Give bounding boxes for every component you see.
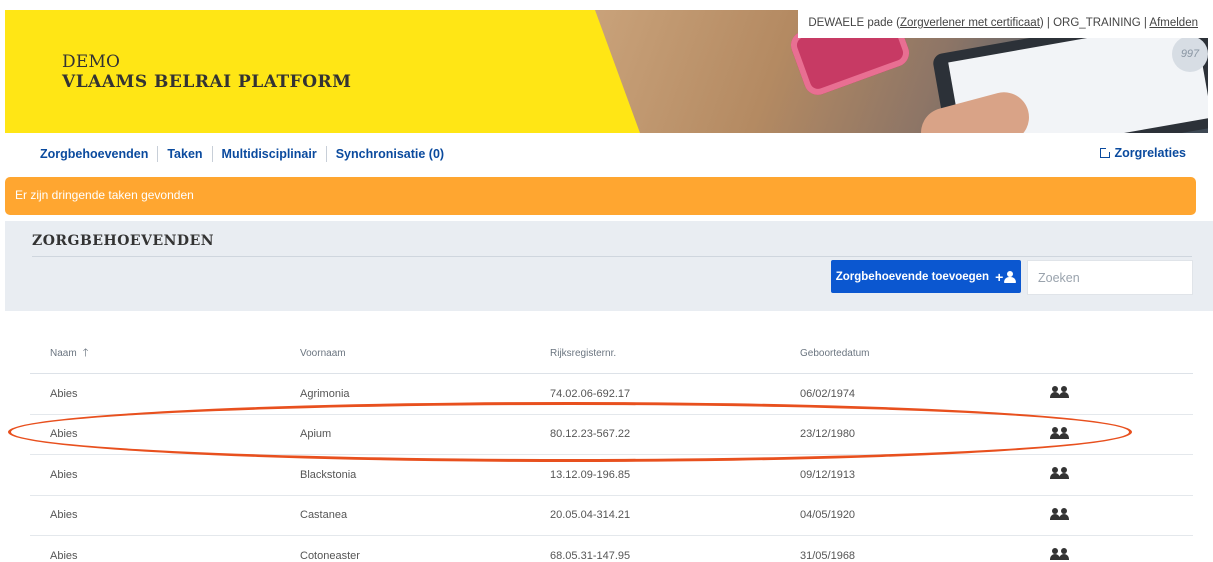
nav-divider (211, 146, 213, 162)
cell-geboortedatum: 09/12/1913 (800, 468, 856, 481)
user-org: ) | ORG_TRAINING | (1039, 17, 1150, 29)
table-header: Naam 🡑 Voornaam Rijksregisternr. Geboorte… (30, 334, 1193, 374)
add-zorgbehoevende-button[interactable]: Zorgbehoevende toevoegen + (831, 260, 1021, 293)
column-header-voornaam[interactable]: Voornaam (280, 348, 530, 359)
people-icon[interactable] (1050, 548, 1070, 561)
cell-voornaam: Blackstonia (300, 468, 357, 481)
people-icon[interactable] (1050, 467, 1070, 480)
platform-title: VLAAMS BELRAI PLATFORM (62, 72, 352, 92)
cell-rijksregisternr: 68.05.31-147.95 (550, 549, 631, 562)
people-icon[interactable] (1050, 507, 1070, 520)
nav-item-zorgbehoevenden[interactable]: Zorgbehoevenden (40, 147, 148, 161)
user-role-link[interactable]: Zorgverlener met certificaat (900, 17, 1040, 29)
add-button-label: Zorgbehoevende toevoegen (835, 270, 990, 283)
nav-item-synchronisatie[interactable]: Synchronisatie (0) (336, 147, 444, 161)
cell-geboortedatum: 23/12/1980 (800, 428, 856, 441)
column-header-geboortedatum[interactable]: Geboortedatum (780, 348, 1030, 359)
cell-voornaam: Castanea (300, 509, 348, 522)
cell-geboortedatum: 04/05/1920 (800, 509, 856, 522)
table-row[interactable]: Abies Blackstonia 13.12.09-196.85 09/12/… (30, 455, 1193, 496)
cell-rijksregisternr: 74.02.06-692.17 (550, 387, 631, 400)
cell-voornaam: Cotoneaster (300, 549, 360, 562)
zorgrelaties-link[interactable]: Zorgrelaties (1100, 146, 1186, 160)
table-row[interactable]: Abies Cotoneaster 68.05.31-147.95 31/05/… (30, 536, 1193, 562)
nav-item-taken[interactable]: Taken (167, 147, 202, 161)
zorgrelaties-label: Zorgrelaties (1114, 146, 1186, 160)
demo-label: DEMO (62, 52, 121, 72)
main-nav: Zorgbehoevenden Taken Multidisciplinair … (40, 146, 444, 162)
urgent-tasks-alert[interactable]: Er zijn dringende taken gevonden (5, 177, 1196, 215)
nav-divider (157, 146, 159, 162)
people-icon[interactable] (1050, 386, 1070, 399)
gauge-badge: 997 (1172, 36, 1208, 72)
cell-naam: Abies (50, 428, 78, 441)
column-header-naam[interactable]: Naam 🡑 (30, 344, 280, 363)
nav-divider (325, 146, 327, 162)
user-info: DEWAELE pade (Zorgverlener met certifica… (798, 10, 1208, 38)
nav-item-multidisciplinair[interactable]: Multidisciplinair (222, 147, 317, 161)
add-person-icon: + (995, 270, 1017, 284)
cell-voornaam: Apium (300, 428, 332, 441)
section-divider (32, 256, 1192, 257)
cell-naam: Abies (50, 549, 78, 562)
cell-rijksregisternr: 80.12.23-567.22 (550, 428, 631, 441)
cell-naam: Abies (50, 468, 78, 481)
arrow-up-icon: 🡑 (82, 347, 89, 359)
logout-link[interactable]: Afmelden (1149, 17, 1198, 29)
table-row[interactable]: Abies Castanea 20.05.04-314.21 04/05/192… (30, 496, 1193, 536)
table-row[interactable]: Abies Apium 80.12.23-567.22 23/12/1980 (30, 415, 1193, 455)
cell-geboortedatum: 31/05/1968 (800, 549, 856, 562)
cell-rijksregisternr: 20.05.04-314.21 (550, 509, 631, 522)
people-icon[interactable] (1050, 426, 1070, 439)
search-input[interactable] (1027, 260, 1193, 295)
external-link-icon (1100, 146, 1113, 158)
zorgbehoevenden-section: ZORGBEHOEVENDEN Zorgbehoevende toevoegen… (5, 221, 1213, 311)
cell-rijksregisternr: 13.12.09-196.85 (550, 468, 631, 481)
section-title: ZORGBEHOEVENDEN (32, 233, 215, 249)
table-row[interactable]: Abies Agrimonia 74.02.06-692.17 06/02/19… (30, 374, 1193, 415)
cell-geboortedatum: 06/02/1974 (800, 387, 856, 400)
cell-voornaam: Agrimonia (300, 387, 350, 400)
zorgbehoevenden-table: Naam 🡑 Voornaam Rijksregisternr. Geboorte… (30, 334, 1193, 562)
user-name: DEWAELE pade ( (808, 17, 900, 29)
cell-naam: Abies (50, 387, 78, 400)
column-header-rijksregisternr[interactable]: Rijksregisternr. (530, 348, 780, 359)
cell-naam: Abies (50, 509, 78, 522)
